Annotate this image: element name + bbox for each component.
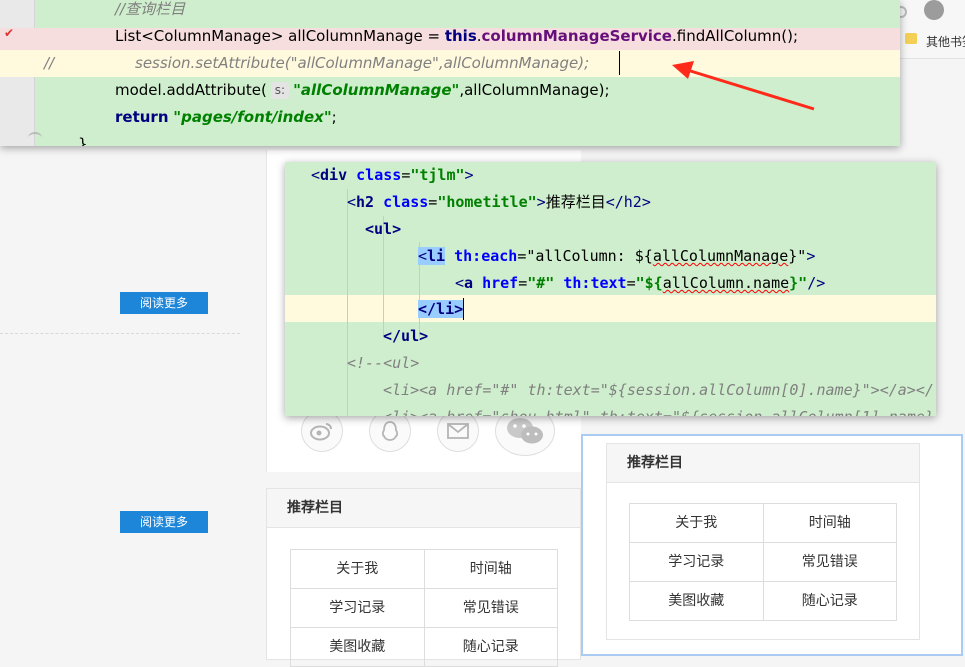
recommend-item-gallery[interactable]: 美图收藏 (630, 582, 764, 621)
html-line: </li> (418, 300, 464, 318)
checkmark-icon: ✔ (4, 26, 15, 40)
recommend-panel-inspected: 推荐栏目 关于我 时间轴 学习记录 常见错误 美图收藏 随心记录 (581, 434, 963, 656)
annotation-arrow-icon (672, 61, 815, 111)
commented-code-line: session.setAttribute("allColumnManage",a… (135, 54, 590, 72)
article-divider (0, 333, 240, 334)
recommend-item-gallery[interactable]: 美图收藏 (291, 628, 425, 667)
recommend-item-errors[interactable]: 常见错误 (763, 543, 897, 582)
code-comment: //查询栏目 (115, 0, 186, 18)
html-comment-line: <li><a href="shou.html" th:text="${sessi… (383, 404, 936, 416)
read-more-button[interactable]: 阅读更多 (120, 292, 208, 314)
recommend-item-study[interactable]: 学习记录 (630, 543, 764, 582)
recommend-item-timeline[interactable]: 时间轴 (424, 550, 558, 589)
html-code-editor[interactable]: <div class="tjlm"> <h2 class="hometitle"… (285, 162, 936, 416)
recommend-item-notes[interactable]: 随心记录 (424, 628, 558, 667)
html-line: </ul> (383, 327, 429, 345)
text-caret (463, 298, 464, 320)
bookmark-other[interactable]: 其他书签 (926, 33, 965, 50)
profile-avatar-icon[interactable] (924, 0, 944, 20)
article-list: 日 阅读更多 阅读更多 (0, 133, 266, 652)
html-line: <a href="#" th:text="${allColumn.name}"/… (455, 274, 826, 292)
indent-guide (347, 189, 348, 416)
html-comment-line: <!--<ul> (347, 354, 420, 372)
recommend-item-errors[interactable]: 常见错误 (424, 589, 558, 628)
recommend-grid: 关于我 时间轴 学习记录 常见错误 美图收藏 随心记录 (629, 503, 897, 621)
recommend-grid: 关于我 时间轴 学习记录 常见错误 美图收藏 随心记录 (290, 549, 558, 667)
recommend-item-timeline[interactable]: 时间轴 (763, 504, 897, 543)
recommend-panel: 推荐栏目 关于我 时间轴 学习记录 常见错误 美图收藏 随心记录 (266, 488, 581, 667)
recommend-item-about[interactable]: 关于我 (630, 504, 764, 543)
parameter-hint: s: (270, 82, 290, 99)
html-line: <li th:each="allColumn: ${allColumnManag… (418, 247, 816, 265)
code-line: List<ColumnManage> allColumnManage = thi… (115, 27, 799, 45)
recommend-panel-title: 推荐栏目 (607, 444, 919, 483)
recommend-item-study[interactable]: 学习记录 (291, 589, 425, 628)
code-line: model.addAttribute(s: "allColumnManage",a… (115, 81, 610, 99)
fold-icon[interactable] (28, 132, 42, 144)
recommend-item-notes[interactable]: 随心记录 (763, 582, 897, 621)
html-line: <ul> (365, 220, 402, 238)
code-line: return "pages/font/index"; (115, 108, 337, 126)
recommend-panel: 推荐栏目 关于我 时间轴 学习记录 常见错误 美图收藏 随心记录 (606, 443, 920, 640)
read-more-button[interactable]: 阅读更多 (120, 511, 208, 533)
text-caret (619, 51, 620, 75)
recommend-item-about[interactable]: 关于我 (291, 550, 425, 589)
qq-icon[interactable] (369, 410, 411, 452)
comment-marker: // (44, 54, 55, 72)
html-line: <div class="tjlm"> (311, 166, 474, 184)
weibo-icon[interactable] (301, 410, 343, 452)
folder-icon (905, 33, 917, 44)
recommend-panel-title: 推荐栏目 (267, 489, 580, 528)
html-comment-line: <li><a href="#" th:text="${session.allCo… (383, 381, 936, 399)
code-brace: } (78, 135, 88, 146)
html-line: <h2 class="hometitle">推荐栏目</h2> (347, 193, 651, 211)
email-icon[interactable] (437, 410, 479, 452)
